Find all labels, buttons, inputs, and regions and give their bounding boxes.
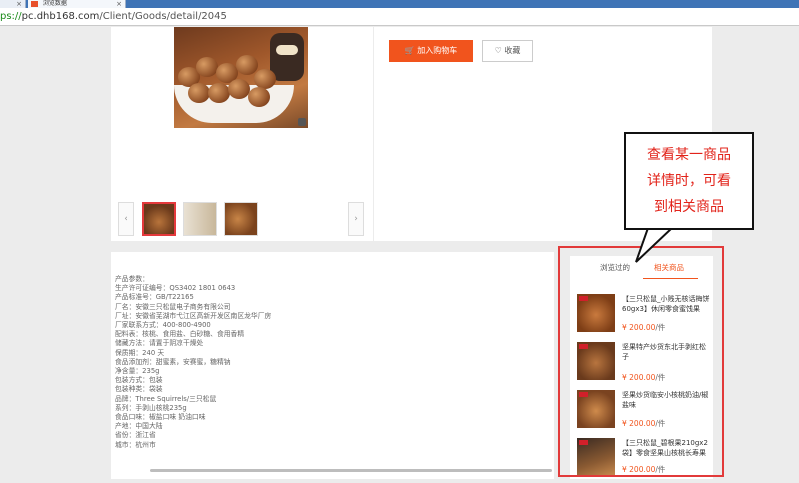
annotation-line: 详情时，可看 — [647, 173, 731, 189]
annotation-callout: 查看某一商品 详情时，可看 到相关商品 — [624, 132, 754, 230]
callout-pointer — [635, 226, 675, 263]
annotation-text: 查看某一商品 详情时，可看 到相关商品 — [626, 142, 752, 220]
annotation-line: 到相关商品 — [654, 199, 724, 215]
annotation-line: 查看某一商品 — [647, 147, 731, 163]
